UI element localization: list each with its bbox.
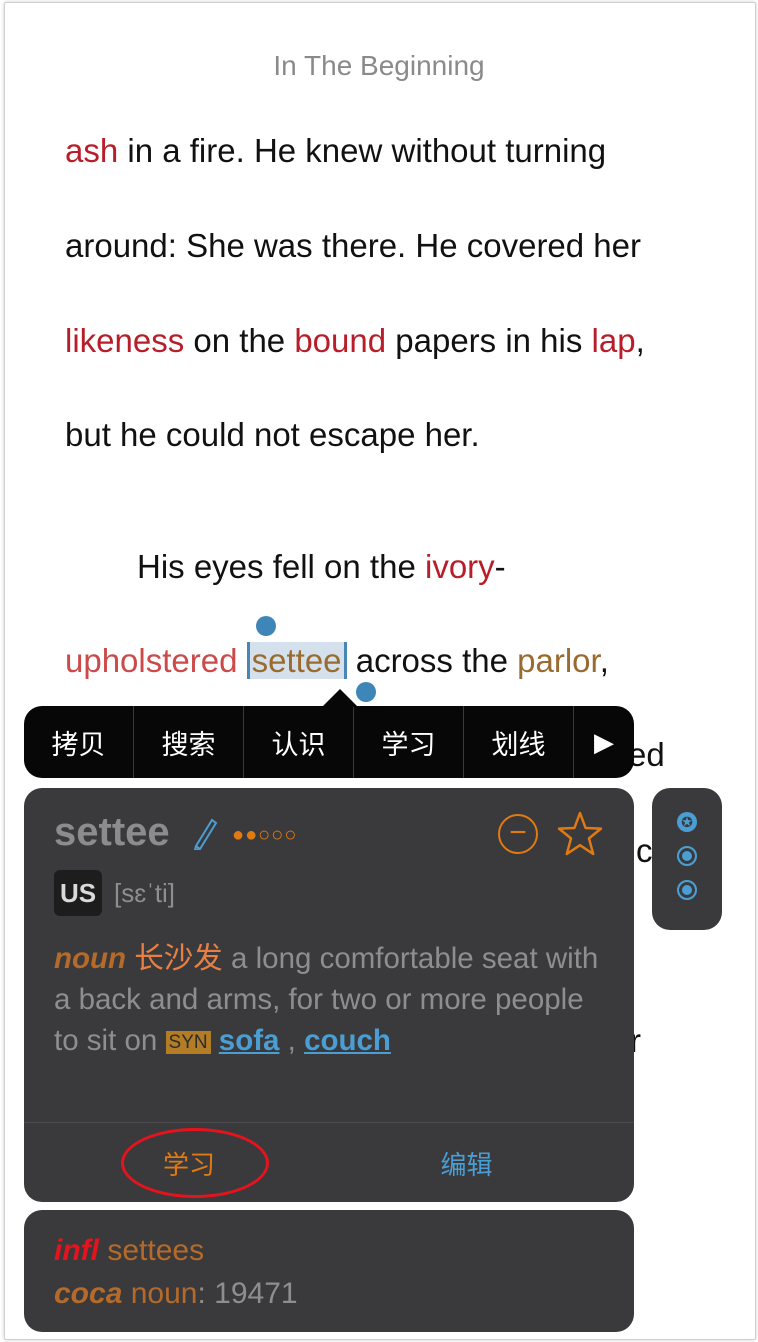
dictionary-option[interactable]: [677, 846, 697, 866]
selection-start-handle[interactable]: [256, 616, 276, 636]
us-pronunciation-button[interactable]: US: [54, 870, 102, 916]
dictionary-card: settee ●●○○○ − US [sɛˈti] noun 长沙发 a lon…: [24, 788, 634, 1202]
highlighted-word[interactable]: ash: [65, 132, 118, 169]
edit-button[interactable]: 编辑: [329, 1124, 604, 1202]
dictionary-switcher: ✪: [652, 788, 722, 930]
coca-rank: 19471: [214, 1277, 298, 1310]
menu-more-arrow-icon[interactable]: ▶: [574, 706, 634, 778]
text-run: [237, 642, 246, 679]
dictionary-option[interactable]: [677, 880, 697, 900]
text-selection-menu: 拷贝 搜索 认识 学习 划线 ▶: [24, 689, 634, 778]
menu-item-search[interactable]: 搜索: [134, 706, 244, 778]
star-icon[interactable]: [556, 810, 604, 858]
text-line-5[interactable]: His eyes fell on the ivory-: [137, 548, 506, 586]
synonym-separator: ,: [279, 1024, 305, 1057]
text-run: around: She was there. He covered her: [65, 227, 642, 264]
coca-label: coca: [54, 1277, 123, 1310]
book-title: In The Beginning: [273, 50, 485, 81]
text-run: ,: [599, 642, 609, 679]
infl-label: infl: [54, 1234, 99, 1267]
text-line-1[interactable]: ash in a fire. He knew without turning: [65, 132, 606, 170]
text-line-6[interactable]: upholstered settee across the parlor,: [65, 642, 609, 680]
coca-separator: :: [197, 1277, 215, 1310]
text-run: but he could not escape her.: [65, 416, 480, 453]
phonetic: [sɛˈti]: [114, 878, 176, 908]
coca-pos: noun: [130, 1277, 198, 1310]
text-run: on the: [184, 322, 295, 359]
word-info-card: infl settees coca noun: 19471: [24, 1210, 634, 1332]
text-line-2[interactable]: around: She was there. He covered her: [65, 227, 641, 265]
syn-badge: SYN: [165, 1031, 211, 1054]
text-run: papers in his: [386, 322, 592, 359]
text-run: His eyes fell on the: [137, 548, 425, 585]
infl-value: settees: [107, 1234, 205, 1267]
card-divider: [24, 1122, 634, 1123]
highlighted-word[interactable]: lap: [592, 322, 636, 359]
synonym-link[interactable]: sofa: [219, 1024, 280, 1057]
menu-caret: [322, 689, 358, 707]
text-run: in a fire. He knew without turning: [118, 132, 607, 169]
highlighted-word[interactable]: likeness: [65, 322, 184, 359]
definition: noun 长沙发 a long comfortable seat with a …: [54, 938, 614, 1063]
menu-item-learn[interactable]: 学习: [354, 706, 464, 778]
headword: settee: [54, 810, 170, 854]
selection-end-handle[interactable]: [356, 682, 376, 702]
inflection-row: infl settees: [54, 1234, 204, 1268]
coca-row: coca noun: 19471: [54, 1277, 298, 1311]
selected-word[interactable]: settee: [246, 642, 347, 679]
highlighted-word[interactable]: parlor: [517, 642, 600, 679]
text-line-3[interactable]: likeness on the bound papers in his lap,: [65, 322, 645, 360]
text-run: ,: [635, 322, 645, 359]
highlighted-word[interactable]: ivory: [425, 548, 495, 585]
text-run: across the: [346, 642, 518, 679]
chinese-translation: 长沙发: [134, 942, 223, 975]
part-of-speech: noun: [54, 942, 127, 975]
menu-item-copy[interactable]: 拷贝: [24, 706, 134, 778]
annotation-circle: [121, 1128, 269, 1198]
synonym-link[interactable]: couch: [304, 1024, 391, 1057]
text-line-4[interactable]: but he could not escape her.: [65, 416, 480, 454]
highlighted-word[interactable]: bound: [294, 322, 386, 359]
pencil-icon[interactable]: [192, 816, 218, 850]
highlighted-word[interactable]: upholstered: [65, 642, 237, 679]
frequency-rating: ●●○○○: [232, 824, 298, 846]
favorite-dictionary-icon[interactable]: ✪: [677, 812, 697, 832]
text-run: -: [494, 548, 506, 585]
remove-word-button[interactable]: −: [498, 814, 538, 854]
menu-item-underline[interactable]: 划线: [464, 706, 574, 778]
obscured-text: c: [636, 832, 653, 869]
menu-item-known[interactable]: 认识: [244, 706, 354, 778]
